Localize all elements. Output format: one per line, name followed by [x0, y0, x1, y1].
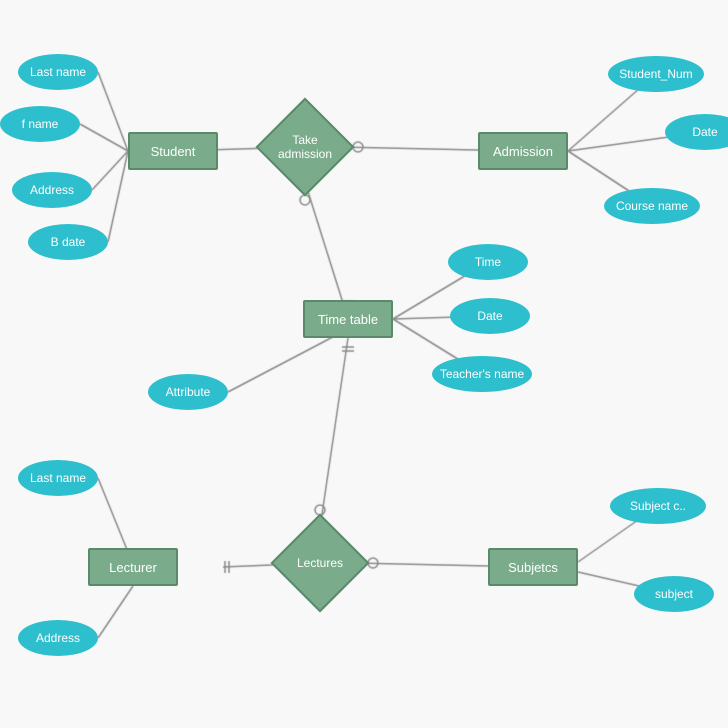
er-diagram: Student Admission Time table Lecturer Su… [0, 0, 728, 728]
attr-misc[interactable]: Attribute [148, 374, 228, 410]
entity-student[interactable]: Student [128, 132, 218, 170]
entity-lecturer[interactable]: Lecturer [88, 548, 178, 586]
attr-teacher-name[interactable]: Teacher's name [432, 356, 532, 392]
attr-address-lec[interactable]: Address [18, 620, 98, 656]
attr-last-name-lec[interactable]: Last name [18, 460, 98, 496]
attr-fname-student[interactable]: f name [0, 106, 80, 142]
attr-address-student[interactable]: Address [12, 172, 92, 208]
attr-date-tt[interactable]: Date [450, 298, 530, 334]
attr-course-name[interactable]: Course name [604, 188, 700, 224]
entity-subjects[interactable]: Subjetcs [488, 548, 578, 586]
attr-student-num[interactable]: Student_Num [608, 56, 704, 92]
rel-lectures[interactable]: Lectures [285, 528, 355, 598]
attr-bdate-student[interactable]: B date [28, 224, 108, 260]
attr-time-tt[interactable]: Time [448, 244, 528, 280]
attr-subject-code[interactable]: Subject c.. [610, 488, 706, 524]
rel-take-admission[interactable]: Take admission [270, 112, 340, 182]
attr-last-name-student[interactable]: Last name [18, 54, 98, 90]
attr-subject-name[interactable]: subject [634, 576, 714, 612]
entity-timetable[interactable]: Time table [303, 300, 393, 338]
entity-admission[interactable]: Admission [478, 132, 568, 170]
